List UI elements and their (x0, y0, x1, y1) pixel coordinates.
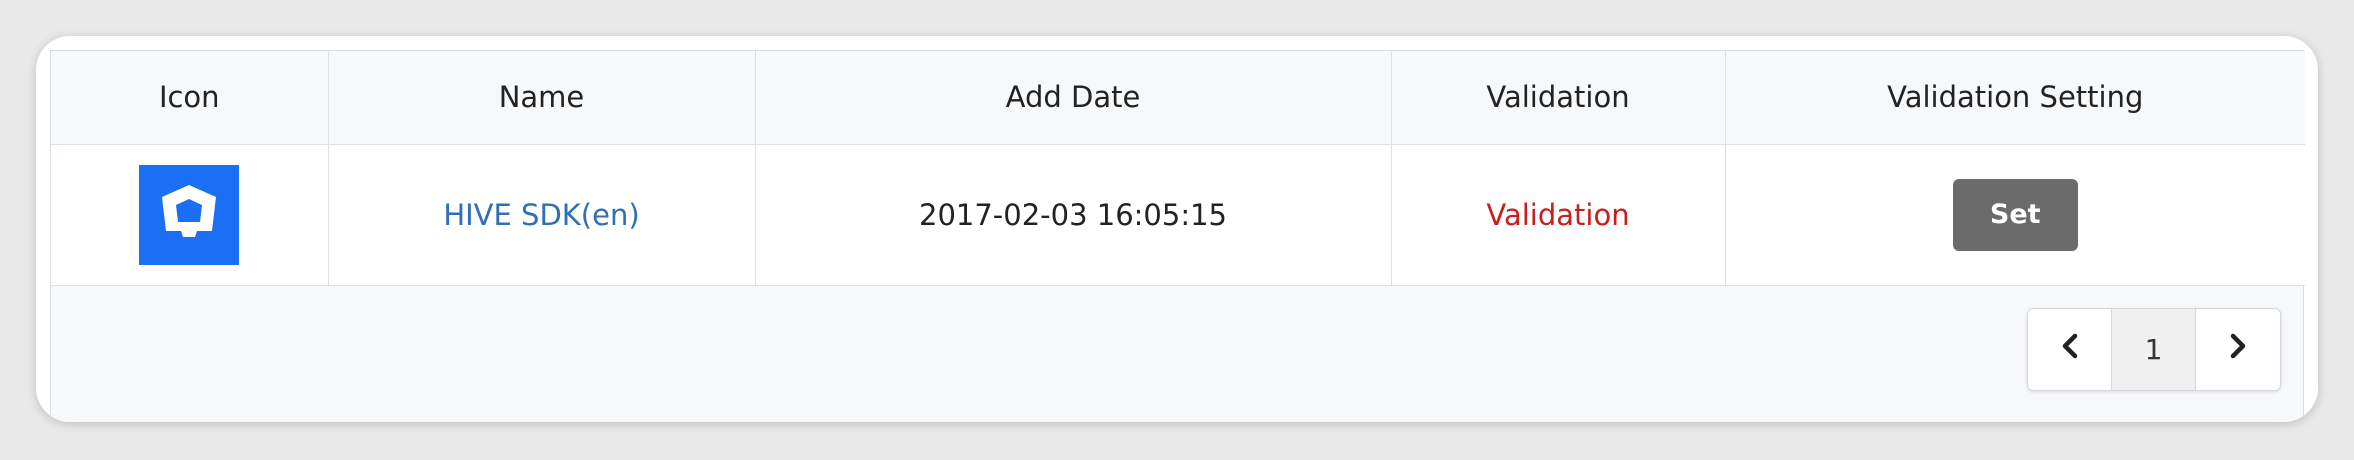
app-table: Icon Name Add Date Validation Validation… (51, 51, 2305, 286)
app-list-panel: Icon Name Add Date Validation Validation… (36, 36, 2318, 422)
validation-status: Validation (1486, 197, 1630, 232)
header-add-date: Add Date (755, 51, 1392, 145)
header-validation-setting: Validation Setting (1725, 51, 2305, 145)
header-icon: Icon (51, 51, 329, 145)
pagination-page-1[interactable]: 1 (2112, 308, 2196, 390)
cell-name: HIVE SDK(en) (328, 144, 756, 286)
app-name-link[interactable]: HIVE SDK(en) (443, 198, 639, 232)
header-validation: Validation (1391, 51, 1726, 145)
chevron-left-icon (2059, 333, 2081, 366)
cell-add-date: 2017-02-03 16:05:15 (755, 144, 1392, 286)
pagination: 1 (2027, 307, 2281, 391)
pagination-prev-button[interactable] (2028, 308, 2112, 390)
app-table-container: Icon Name Add Date Validation Validation… (50, 50, 2305, 422)
hive-shield-icon (139, 164, 240, 265)
cell-icon (51, 144, 329, 286)
header-name: Name (328, 51, 756, 145)
pagination-next-button[interactable] (2196, 309, 2280, 390)
cell-validation-setting: Set (1725, 144, 2305, 286)
set-button[interactable]: Set (1952, 178, 2078, 251)
table-footer: 1 (51, 285, 2303, 422)
chevron-right-icon (2227, 333, 2249, 366)
table-header-row: Icon Name Add Date Validation Validation… (51, 51, 2305, 145)
table-row: HIVE SDK(en) 2017-02-03 16:05:15 Validat… (51, 144, 2305, 286)
cell-validation: Validation (1391, 144, 1726, 286)
